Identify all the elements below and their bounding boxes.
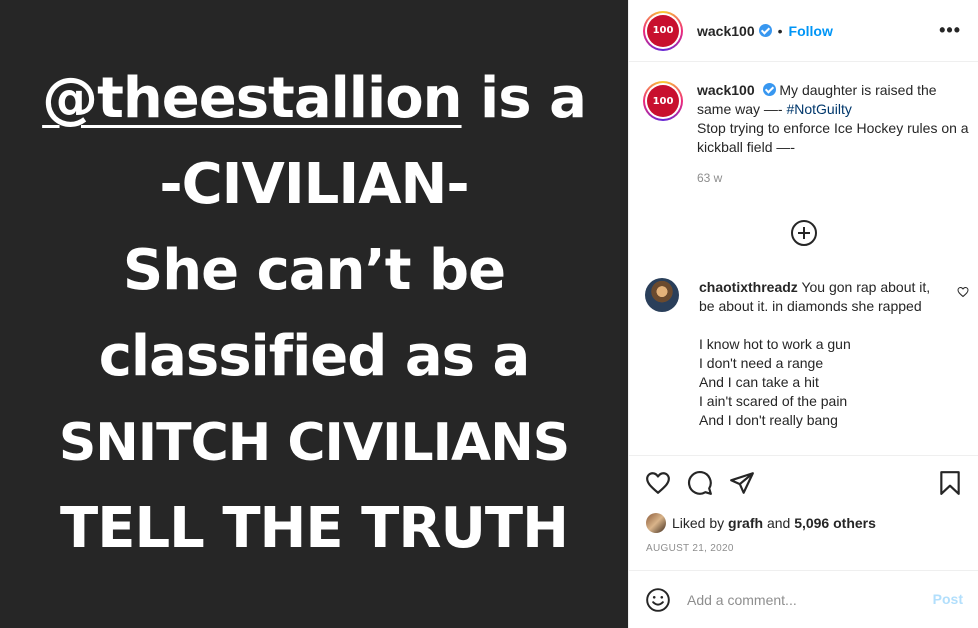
caption-text-2: Stop trying to enforce Ice Hockey rules … bbox=[697, 120, 969, 155]
post-image[interactable]: @theestallion is a -CIVILIAN- She can’t … bbox=[0, 0, 628, 628]
comments-section[interactable]: 100 wack100 My daughter is raised the sa… bbox=[629, 63, 978, 455]
caption-hashtag[interactable]: #NotGuilty bbox=[786, 101, 851, 117]
post-date[interactable]: AUGUST 21, 2020 bbox=[646, 543, 734, 554]
follow-button[interactable]: Follow bbox=[789, 23, 833, 39]
image-line-4: classified as a bbox=[98, 324, 531, 389]
comment-icon[interactable] bbox=[687, 470, 713, 496]
comment-line: I ain't scared of the pain bbox=[699, 393, 848, 409]
instagram-post: @theestallion is a -CIVILIAN- She can’t … bbox=[0, 0, 978, 628]
liked-by-mid: and bbox=[766, 515, 791, 531]
verified-icon bbox=[758, 24, 772, 37]
comment-line: I know hot to work a gun bbox=[699, 336, 851, 352]
verified-icon bbox=[762, 83, 776, 96]
header-separator: • bbox=[777, 22, 783, 39]
add-circle-icon[interactable] bbox=[791, 220, 817, 246]
image-line-5: SNITCH CIVILIANS bbox=[58, 413, 570, 473]
image-line-6: TELL THE TRUTH bbox=[60, 496, 569, 561]
comment-line: And I don't really bang bbox=[699, 412, 838, 428]
image-line-1-rest: is a bbox=[461, 66, 587, 131]
likes-summary: Liked by grafh and 5,096 others bbox=[646, 513, 876, 533]
image-text: @theestallion is a -CIVILIAN- She can’t … bbox=[0, 56, 628, 572]
caption-username[interactable]: wack100 bbox=[697, 82, 755, 98]
liker-avatar[interactable] bbox=[646, 513, 666, 533]
comment-item: chaotixthreadz You gon rap about it, be … bbox=[643, 278, 973, 430]
post-sidebar: 100 wack100 • Follow ••• 100 wack100 My … bbox=[628, 0, 978, 628]
avatar-logo: 100 bbox=[647, 85, 679, 117]
comment-line: I don't need a range bbox=[699, 355, 824, 371]
post-caption: 100 wack100 My daughter is raised the sa… bbox=[643, 81, 973, 188]
comment-body: chaotixthreadz You gon rap about it, be … bbox=[699, 278, 949, 430]
author-avatar[interactable]: 100 bbox=[643, 10, 683, 51]
image-line-3: She can’t be bbox=[122, 238, 506, 303]
caption-body: wack100 My daughter is raised the same w… bbox=[697, 81, 973, 188]
more-icon[interactable]: ••• bbox=[939, 20, 961, 41]
comment-like-heart-icon[interactable] bbox=[957, 286, 969, 298]
comment-composer: Post bbox=[629, 570, 978, 628]
emoji-icon[interactable] bbox=[645, 587, 671, 613]
comment-lyrics: I know hot to work a gun I don't need a … bbox=[699, 335, 949, 430]
author-username[interactable]: wack100 bbox=[697, 23, 755, 39]
caption-avatar[interactable]: 100 bbox=[643, 81, 683, 121]
bookmark-icon[interactable] bbox=[937, 470, 963, 496]
image-mention: @theestallion bbox=[42, 66, 462, 131]
image-line-2: -CIVILIAN- bbox=[159, 152, 469, 217]
liked-by-prefix: Liked by bbox=[672, 515, 725, 531]
comment-line: And I can take a hit bbox=[699, 374, 819, 390]
share-icon[interactable] bbox=[729, 470, 755, 496]
liked-by-user[interactable]: grafh bbox=[728, 515, 763, 531]
likes-count[interactable]: 5,096 others bbox=[794, 515, 876, 531]
caption-time: 63 w bbox=[697, 171, 723, 185]
heart-icon[interactable] bbox=[645, 470, 671, 496]
post-header: 100 wack100 • Follow ••• bbox=[629, 0, 978, 62]
post-comment-button[interactable]: Post bbox=[933, 591, 963, 607]
commenter-username[interactable]: chaotixthreadz bbox=[699, 279, 798, 295]
image-line-1: @theestallion is a bbox=[0, 56, 628, 142]
commenter-avatar[interactable] bbox=[645, 278, 679, 312]
comment-input[interactable] bbox=[687, 591, 917, 608]
avatar-logo: 100 bbox=[647, 14, 679, 47]
